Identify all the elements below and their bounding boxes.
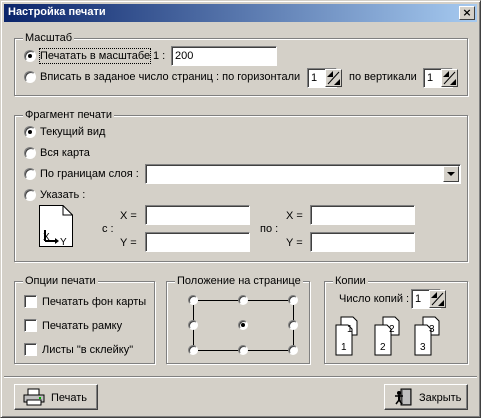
window-title: Настройка печати bbox=[8, 6, 106, 18]
from-label: с : bbox=[102, 223, 114, 235]
scale-group-legend: Масштаб bbox=[23, 31, 75, 45]
y-to-field[interactable] bbox=[310, 232, 415, 252]
print-settings-dialog: Настройка печати × Масштаб Печатать в ма… bbox=[0, 0, 481, 418]
pages-vertical-value: 1 bbox=[427, 72, 434, 84]
glue-sheets-checkbox[interactable] bbox=[24, 343, 37, 356]
position-bottom-center[interactable] bbox=[238, 345, 248, 355]
position-top-center[interactable] bbox=[238, 295, 248, 305]
spin-updown-icon bbox=[443, 71, 456, 85]
page-number-1: 1 bbox=[347, 324, 353, 335]
scale-group: Масштаб Печатать в масштабе 1 : 200 Впис… bbox=[14, 31, 468, 96]
copies-group: Копии Число копий : 1 1 1 2 2 3 3 bbox=[324, 274, 468, 364]
pages-vertical-spin-button[interactable] bbox=[441, 69, 458, 87]
copies-count-label: Число копий : bbox=[339, 293, 410, 305]
page-number-1b: 1 bbox=[341, 342, 347, 353]
page-number-2b: 2 bbox=[380, 342, 386, 353]
print-background-checkbox[interactable] bbox=[24, 295, 37, 308]
spin-updown-icon bbox=[431, 292, 444, 306]
page-number-3b: 3 bbox=[420, 342, 426, 353]
x-from-label: X = bbox=[120, 210, 137, 222]
print-frame-label[interactable]: Печатать рамку bbox=[42, 319, 122, 333]
y-from-label: Y = bbox=[120, 237, 137, 249]
axis-x-label: X bbox=[43, 232, 50, 243]
specify-label[interactable]: Указать : bbox=[40, 188, 85, 202]
print-frame-checkbox[interactable] bbox=[24, 319, 37, 332]
position-top-left[interactable] bbox=[188, 295, 198, 305]
y-to-label: Y = bbox=[286, 237, 303, 249]
current-view-label[interactable]: Текущий вид bbox=[40, 125, 105, 139]
radio-current-view[interactable] bbox=[24, 126, 36, 138]
copies-count-spin-button[interactable] bbox=[429, 290, 446, 308]
print-button[interactable]: Печать bbox=[14, 384, 98, 410]
radio-print-scale[interactable] bbox=[24, 50, 36, 62]
radio-fit-pages[interactable] bbox=[24, 71, 36, 83]
close-button[interactable]: Закрыть bbox=[384, 384, 468, 410]
position-bottom-right[interactable] bbox=[288, 345, 298, 355]
fit-pages-label[interactable]: Вписать в заданое число страниц : по гор… bbox=[40, 70, 300, 84]
to-label: по : bbox=[260, 223, 279, 235]
position-center[interactable] bbox=[238, 320, 248, 330]
fragment-group: Фрагмент печати Текущий вид Вся карта По… bbox=[14, 108, 468, 262]
page-position-legend: Положение на странице bbox=[175, 274, 303, 288]
close-icon: × bbox=[462, 6, 472, 19]
copies-count-value: 1 bbox=[415, 293, 422, 305]
footer-separator bbox=[4, 376, 477, 378]
x-to-label: X = bbox=[286, 210, 303, 222]
whole-map-label[interactable]: Вся карта bbox=[40, 146, 90, 160]
print-options-group: Опции печати Печатать фон карты Печатать… bbox=[14, 274, 155, 364]
spin-updown-icon bbox=[327, 71, 340, 85]
vertical-label: по вертикали bbox=[349, 71, 417, 83]
x-from-field[interactable] bbox=[145, 205, 250, 225]
layer-bounds-label[interactable]: По границам слоя : bbox=[40, 167, 139, 181]
print-options-legend: Опции печати bbox=[23, 274, 98, 288]
printer-icon bbox=[23, 388, 45, 406]
pages-horizontal-value: 1 bbox=[311, 72, 318, 84]
scale-value-field[interactable]: 200 bbox=[171, 46, 277, 66]
x-to-field[interactable] bbox=[310, 205, 415, 225]
pages-horizontal-spin-button[interactable] bbox=[325, 69, 342, 87]
radio-whole-map[interactable] bbox=[24, 147, 36, 159]
collate-pages-icon: 1 1 2 2 3 3 bbox=[335, 316, 440, 356]
position-middle-right[interactable] bbox=[288, 320, 298, 330]
radio-layer-bounds[interactable] bbox=[24, 168, 36, 180]
glue-sheets-label[interactable]: Листы "в склейку" bbox=[42, 343, 133, 357]
exit-door-icon bbox=[395, 388, 412, 406]
position-bottom-left[interactable] bbox=[188, 345, 198, 355]
position-middle-left[interactable] bbox=[188, 320, 198, 330]
position-top-right[interactable] bbox=[288, 295, 298, 305]
page-position-group: Положение на странице bbox=[166, 274, 310, 364]
close-window-button[interactable]: × bbox=[459, 6, 475, 20]
layer-select[interactable] bbox=[145, 164, 461, 184]
print-background-label[interactable]: Печатать фон карты bbox=[42, 295, 146, 309]
print-button-label: Печать bbox=[51, 392, 88, 404]
page-number-3: 3 bbox=[429, 324, 435, 335]
print-scale-label[interactable]: Печатать в масштабе bbox=[38, 48, 152, 64]
axis-y-label: Y bbox=[60, 237, 67, 248]
close-button-label: Закрыть bbox=[419, 392, 462, 404]
radio-specify[interactable] bbox=[24, 189, 36, 201]
layer-select-dropdown-button[interactable] bbox=[443, 166, 459, 182]
scale-ratio-label: 1 : bbox=[153, 50, 166, 62]
title-bar[interactable]: Настройка печати × bbox=[4, 4, 477, 22]
page-number-2: 2 bbox=[389, 324, 395, 335]
y-from-field[interactable] bbox=[145, 232, 250, 252]
fragment-group-legend: Фрагмент печати bbox=[23, 108, 114, 122]
copies-legend: Копии bbox=[333, 274, 368, 288]
